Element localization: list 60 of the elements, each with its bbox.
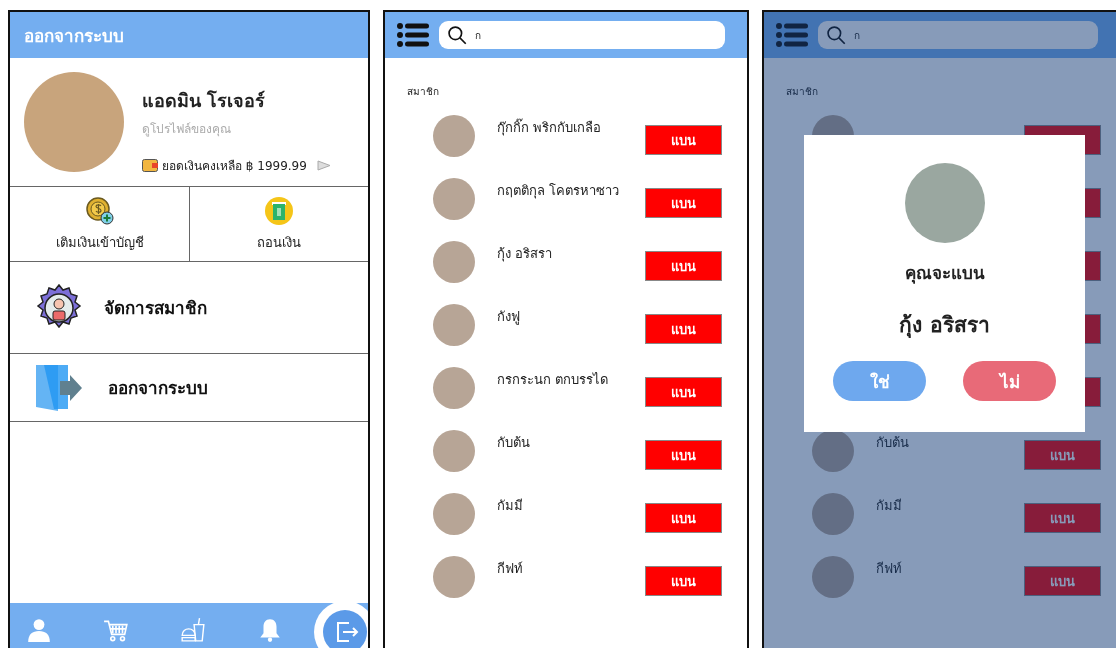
avatar-photo-placeholder <box>433 493 475 535</box>
ban-button[interactable]: แบน <box>1024 566 1101 596</box>
menu-icon[interactable] <box>397 23 429 47</box>
withdraw-button[interactable]: ถอนเงิน <box>189 187 368 261</box>
avatar-photo-placeholder <box>812 493 854 535</box>
logout-menu-item[interactable]: ออกจากระบบ <box>10 354 368 422</box>
burger-drink-icon[interactable] <box>180 617 206 643</box>
avatar-photo-placeholder <box>812 556 854 598</box>
dialog-member-name: กุ้ง อริสรา <box>899 312 990 340</box>
member-name: กรกระนก ตกบรรได <box>497 371 610 389</box>
ban-button[interactable]: แบน <box>645 314 722 344</box>
member-name: กัมมี <box>497 497 524 515</box>
member-name: กีฟท์ <box>497 560 524 578</box>
member-name: กีฟท์ <box>876 560 903 578</box>
avatar-photo-placeholder <box>433 304 475 346</box>
balance-text: ยอดเงินคงเหลือ ฿ 1999.99 <box>162 157 307 175</box>
header-title: ออกจากระบบ <box>10 12 368 58</box>
ban-button[interactable]: แบน <box>1024 503 1101 533</box>
dialog-prompt: คุณจะแบน <box>904 262 985 286</box>
member-name: กับต้น <box>876 434 910 452</box>
ban-button[interactable]: แบน <box>645 125 722 155</box>
wallet-icon <box>142 158 158 172</box>
avatar-photo-placeholder <box>433 430 475 472</box>
members-menu-item[interactable]: จัดการสมาชิก <box>10 262 368 354</box>
cash-withdraw-icon <box>264 195 294 226</box>
cancel-button[interactable]: ไม่ <box>963 361 1056 401</box>
door-exit-icon <box>34 362 84 413</box>
search-icon <box>826 25 846 45</box>
member-name: กัมมี <box>876 497 903 515</box>
ban-button[interactable]: แบน <box>645 566 722 596</box>
coin-plus-icon <box>84 195 115 226</box>
confirm-button[interactable]: ใช่ <box>833 361 926 401</box>
search-field[interactable]: ก <box>439 21 725 49</box>
search-field[interactable]: ก <box>818 21 1098 49</box>
avatar-photo-placeholder <box>433 367 475 409</box>
profile-name: แอดมิน โรเจอร์ <box>142 88 267 113</box>
avatar-photo-placeholder <box>433 115 475 157</box>
bell-icon[interactable] <box>257 617 283 643</box>
play-arrow-icon[interactable] <box>316 159 331 171</box>
view-profile-link[interactable]: ดูโปรไฟล์ของคุณ <box>142 118 331 138</box>
ban-button[interactable]: แบน <box>645 251 722 281</box>
avatar-photo-placeholder <box>433 178 475 220</box>
section-label: สมาชิก <box>786 85 818 99</box>
ban-button[interactable]: แบน <box>1024 440 1101 470</box>
deposit-button[interactable]: เติมเงินเข้าบัญชี <box>10 187 189 261</box>
search-icon <box>447 25 467 45</box>
member-name: กฤตติกุล โคตรหาซาว <box>497 182 621 201</box>
avatar-photo-placeholder <box>812 430 854 472</box>
ban-button[interactable]: แบน <box>645 440 722 470</box>
member-name: กุ้ง อริสรา <box>497 245 554 264</box>
ban-button[interactable]: แบน <box>645 503 722 533</box>
avatar-photo-placeholder <box>433 556 475 598</box>
ban-button[interactable]: แบน <box>645 188 722 218</box>
avatar-photo-placeholder <box>433 241 475 283</box>
member-name: กับต้น <box>497 434 531 452</box>
member-name: กังฟู <box>497 308 521 327</box>
member-name: กุ๊กกิ๊ก พริกกับเกลือ <box>497 117 603 138</box>
ban-button[interactable]: แบน <box>645 377 722 407</box>
person-icon[interactable] <box>26 617 52 643</box>
section-label: สมาชิก <box>407 85 439 99</box>
